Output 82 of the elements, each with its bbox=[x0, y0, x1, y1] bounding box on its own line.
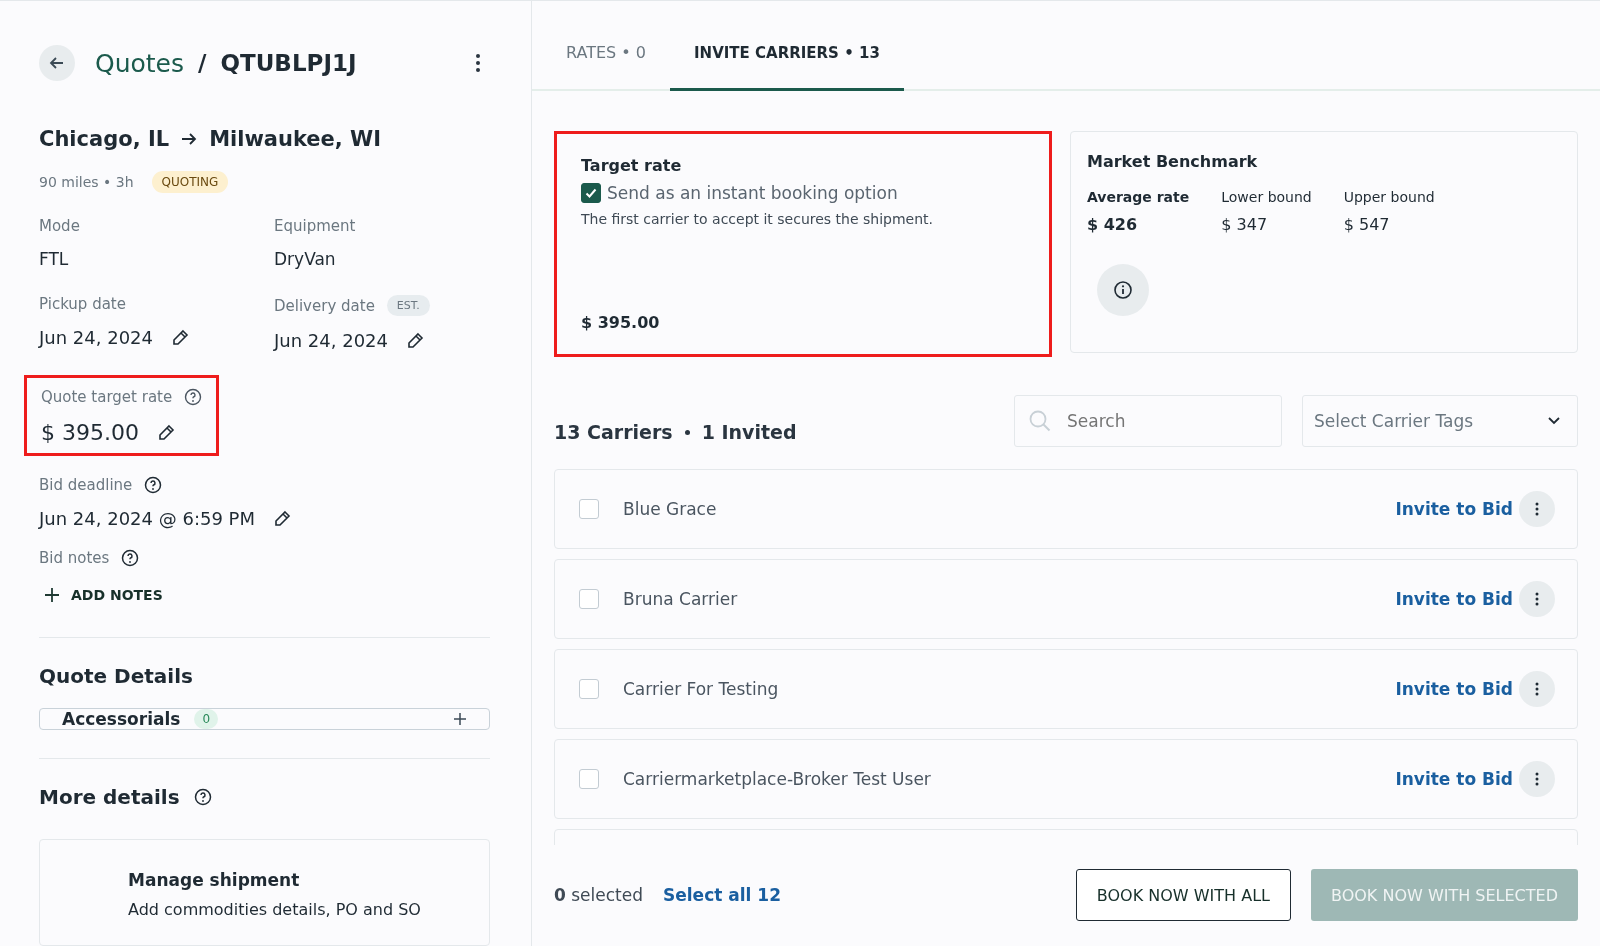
book-now-button[interactable]: BOOK NOW WITH ALL bbox=[1075, 869, 1291, 921]
count-badge: 0 bbox=[194, 709, 219, 729]
right-arrow-icon bbox=[181, 132, 198, 146]
card-title: Manage shipment bbox=[128, 870, 301, 890]
accessorials-panel[interactable]: Accessorials 0 bbox=[39, 708, 490, 730]
card-title: Market Benchmark bbox=[1087, 152, 1259, 171]
section-title: Quote Details bbox=[39, 664, 194, 688]
accessorials-label: Accessorials bbox=[62, 709, 181, 729]
invite-link[interactable]: Invite to Bid bbox=[1395, 769, 1513, 789]
more-options-icon bbox=[1535, 592, 1539, 606]
quote-id: QTUBLPJ1J bbox=[220, 50, 357, 76]
more-options-icon bbox=[1535, 502, 1539, 516]
carrier-name: Carriermarketplace-Broker Test User bbox=[623, 769, 932, 789]
bullet-icon bbox=[684, 429, 690, 435]
checkbox[interactable] bbox=[581, 183, 601, 203]
helper-text: The first carrier to accept it secures the shipment. bbox=[581, 211, 934, 227]
chevron-down-icon bbox=[1547, 416, 1561, 426]
edit-icon[interactable] bbox=[156, 423, 175, 442]
checkmark-icon bbox=[584, 186, 598, 200]
carrier-name: Blue Grace bbox=[623, 499, 718, 519]
stat-value: $ 347 bbox=[1221, 215, 1269, 234]
field-label: Equipment bbox=[274, 217, 357, 235]
breadcrumb-separator: / bbox=[198, 50, 207, 76]
deadline-value: Jun 24, 2024 @ 6:59 PM bbox=[39, 508, 255, 529]
add-notes-button[interactable]: ADD NOTES bbox=[39, 581, 169, 609]
trip-summary: 90 miles • 3h bbox=[39, 174, 134, 190]
checkbox-label: Send as an instant booking option bbox=[607, 183, 898, 203]
edit-icon[interactable] bbox=[273, 509, 291, 528]
stat-label: Lower bound bbox=[1221, 189, 1312, 205]
help-icon[interactable] bbox=[193, 788, 212, 806]
invite-link[interactable]: Invite to Bid bbox=[1395, 589, 1513, 609]
target-rate-value: $ 395.00 bbox=[581, 313, 661, 332]
more-options-icon bbox=[1535, 772, 1539, 786]
invite-link[interactable]: Invite to Bid bbox=[1395, 499, 1513, 519]
date-value: Jun 24, 2024 bbox=[39, 327, 153, 348]
edit-icon[interactable] bbox=[171, 328, 189, 347]
manage-shipment-card[interactable]: Manage shipment Add commodities details, PO and SO bbox=[39, 839, 490, 946]
plus-icon[interactable] bbox=[453, 712, 467, 726]
invited-count: 1 Invited bbox=[701, 421, 797, 443]
field-label: Bid notes bbox=[39, 549, 110, 567]
search-icon bbox=[1028, 409, 1052, 433]
stat-value: $ 426 bbox=[1087, 215, 1139, 234]
more-options-icon[interactable] bbox=[475, 53, 481, 73]
field-label: Mode bbox=[39, 217, 81, 235]
back-button[interactable] bbox=[39, 45, 75, 81]
field-value: DryVan bbox=[274, 249, 337, 269]
field-value: FTL bbox=[39, 249, 70, 269]
select-all-link[interactable]: Select all 12 bbox=[663, 885, 781, 905]
rate-value: $ 395.00 bbox=[41, 420, 139, 445]
stat-label: Upper bound bbox=[1343, 189, 1435, 205]
stat-value: $ 547 bbox=[1343, 215, 1391, 234]
help-icon[interactable] bbox=[184, 388, 203, 406]
destination-city: Milwaukee, WI bbox=[209, 127, 382, 151]
selected-count: 0 selected bbox=[554, 885, 643, 905]
carrier-count: 13 Carriers bbox=[554, 421, 673, 443]
tab[interactable]: RATES • 0 bbox=[542, 43, 670, 91]
field-label: Bid deadline bbox=[39, 476, 133, 494]
field-label: Quote target rate bbox=[41, 388, 173, 406]
status-badge: QUOTING bbox=[151, 171, 229, 193]
tab[interactable]: INVITE CARRIERS • 13 bbox=[670, 44, 904, 91]
invite-link[interactable]: Invite to Bid bbox=[1395, 679, 1513, 699]
search-field[interactable]: Search bbox=[1014, 395, 1282, 447]
section-title: More details bbox=[39, 785, 180, 809]
carrier-name: Bruna Carrier bbox=[623, 589, 739, 609]
stat-label: Average rate bbox=[1087, 189, 1190, 205]
info-button[interactable] bbox=[1097, 264, 1149, 316]
field-label: Pickup date bbox=[39, 295, 126, 313]
estimate-badge: EST. bbox=[386, 295, 430, 316]
card-description: Add commodities details, PO and SO bbox=[128, 900, 422, 919]
carrier-name: Carrier For Testing bbox=[623, 679, 780, 699]
info-icon bbox=[1113, 280, 1133, 300]
more-options-icon bbox=[1535, 682, 1539, 696]
plus-icon bbox=[45, 588, 59, 602]
help-icon[interactable] bbox=[121, 549, 140, 567]
field-label: Delivery date bbox=[274, 296, 375, 315]
date-value: Jun 24, 2024 bbox=[274, 330, 388, 351]
help-icon[interactable] bbox=[144, 476, 163, 494]
card-title: Target rate bbox=[581, 156, 683, 175]
origin-city: Chicago, IL bbox=[39, 127, 170, 151]
breadcrumb-link[interactable]: Quotes bbox=[95, 48, 185, 78]
carrier-tags-dropdown[interactable]: Select Carrier Tags bbox=[1302, 395, 1578, 447]
edit-icon[interactable] bbox=[406, 331, 424, 350]
